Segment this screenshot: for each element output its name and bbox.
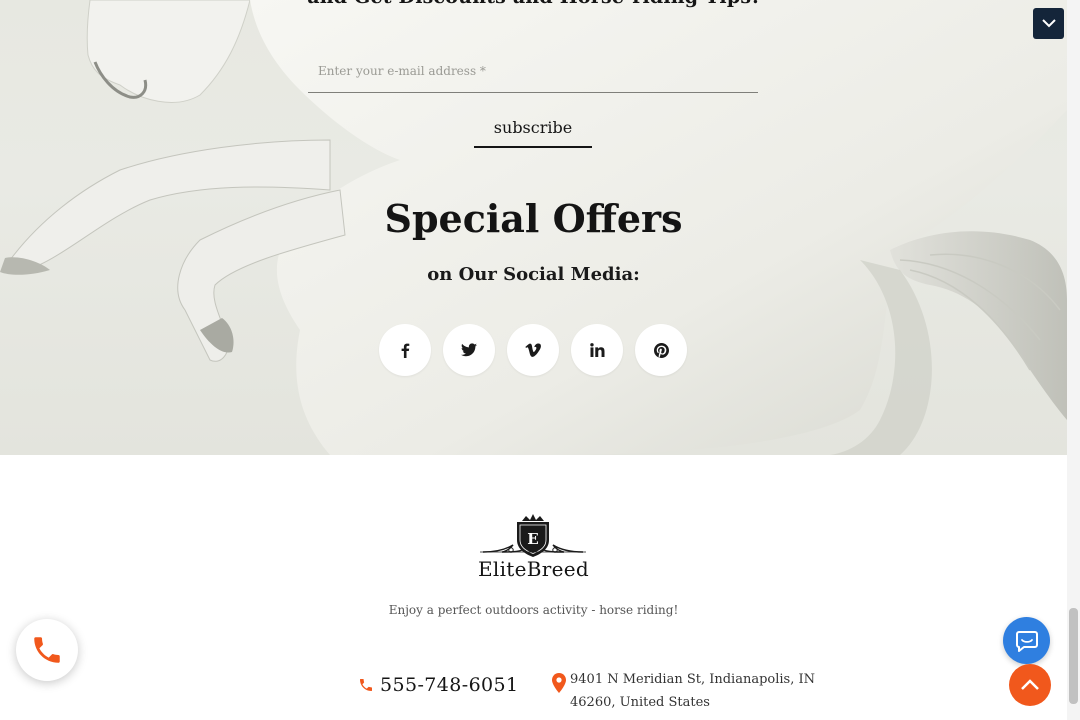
social-links xyxy=(379,324,689,378)
email-field-wrapper xyxy=(308,56,768,93)
vimeo-link[interactable] xyxy=(507,324,559,376)
footer-phone-number: 555-748-6051 xyxy=(380,674,519,696)
vimeo-icon xyxy=(525,343,541,357)
newsletter-hero-section: and Get Discounts and Horse-riding Tips!… xyxy=(0,0,1067,455)
phone-icon xyxy=(360,679,372,691)
logo-letter: E xyxy=(527,530,538,548)
page-scrollbar[interactable] xyxy=(1067,0,1080,720)
phone-icon xyxy=(34,637,60,663)
menu-dropdown-toggle[interactable] xyxy=(1033,8,1064,39)
social-media-subtitle: on Our Social Media: xyxy=(427,264,640,285)
location-pin-icon xyxy=(552,673,566,693)
scrollbar-thumb[interactable] xyxy=(1069,608,1078,704)
pinterest-link[interactable] xyxy=(635,324,687,376)
back-to-top-button[interactable] xyxy=(1009,664,1051,706)
footer-tagline: Enjoy a perfect outdoors activity - hors… xyxy=(388,603,679,617)
linkedin-link[interactable] xyxy=(571,324,623,376)
newsletter-heading: and Get Discounts and Horse-riding Tips! xyxy=(0,0,1067,8)
address-line-1: 9401 N Meridian St, Indianapolis, IN xyxy=(570,672,816,687)
chevron-down-icon xyxy=(1041,19,1056,28)
linkedin-icon xyxy=(589,343,604,357)
chevron-up-icon xyxy=(1021,679,1039,690)
twitter-link[interactable] xyxy=(443,324,495,376)
address-line-2: 46260, United States xyxy=(570,695,710,710)
facebook-icon xyxy=(401,343,410,358)
live-chat-button[interactable] xyxy=(1003,617,1050,664)
special-offers-title: Special Offers xyxy=(384,196,683,241)
email-field[interactable] xyxy=(308,56,768,86)
call-now-button[interactable] xyxy=(16,619,78,681)
brand-name: EliteBreed xyxy=(478,557,589,581)
footer-phone-link[interactable]: 555-748-6051 xyxy=(358,672,519,698)
subscribe-button[interactable]: subscribe xyxy=(474,108,592,148)
pinterest-icon xyxy=(653,342,669,358)
footer-address: 9401 N Meridian St, Indianapolis, IN 462… xyxy=(552,668,815,714)
chat-bubble-icon xyxy=(1015,630,1038,652)
twitter-icon xyxy=(461,343,477,357)
facebook-link[interactable] xyxy=(379,324,431,376)
